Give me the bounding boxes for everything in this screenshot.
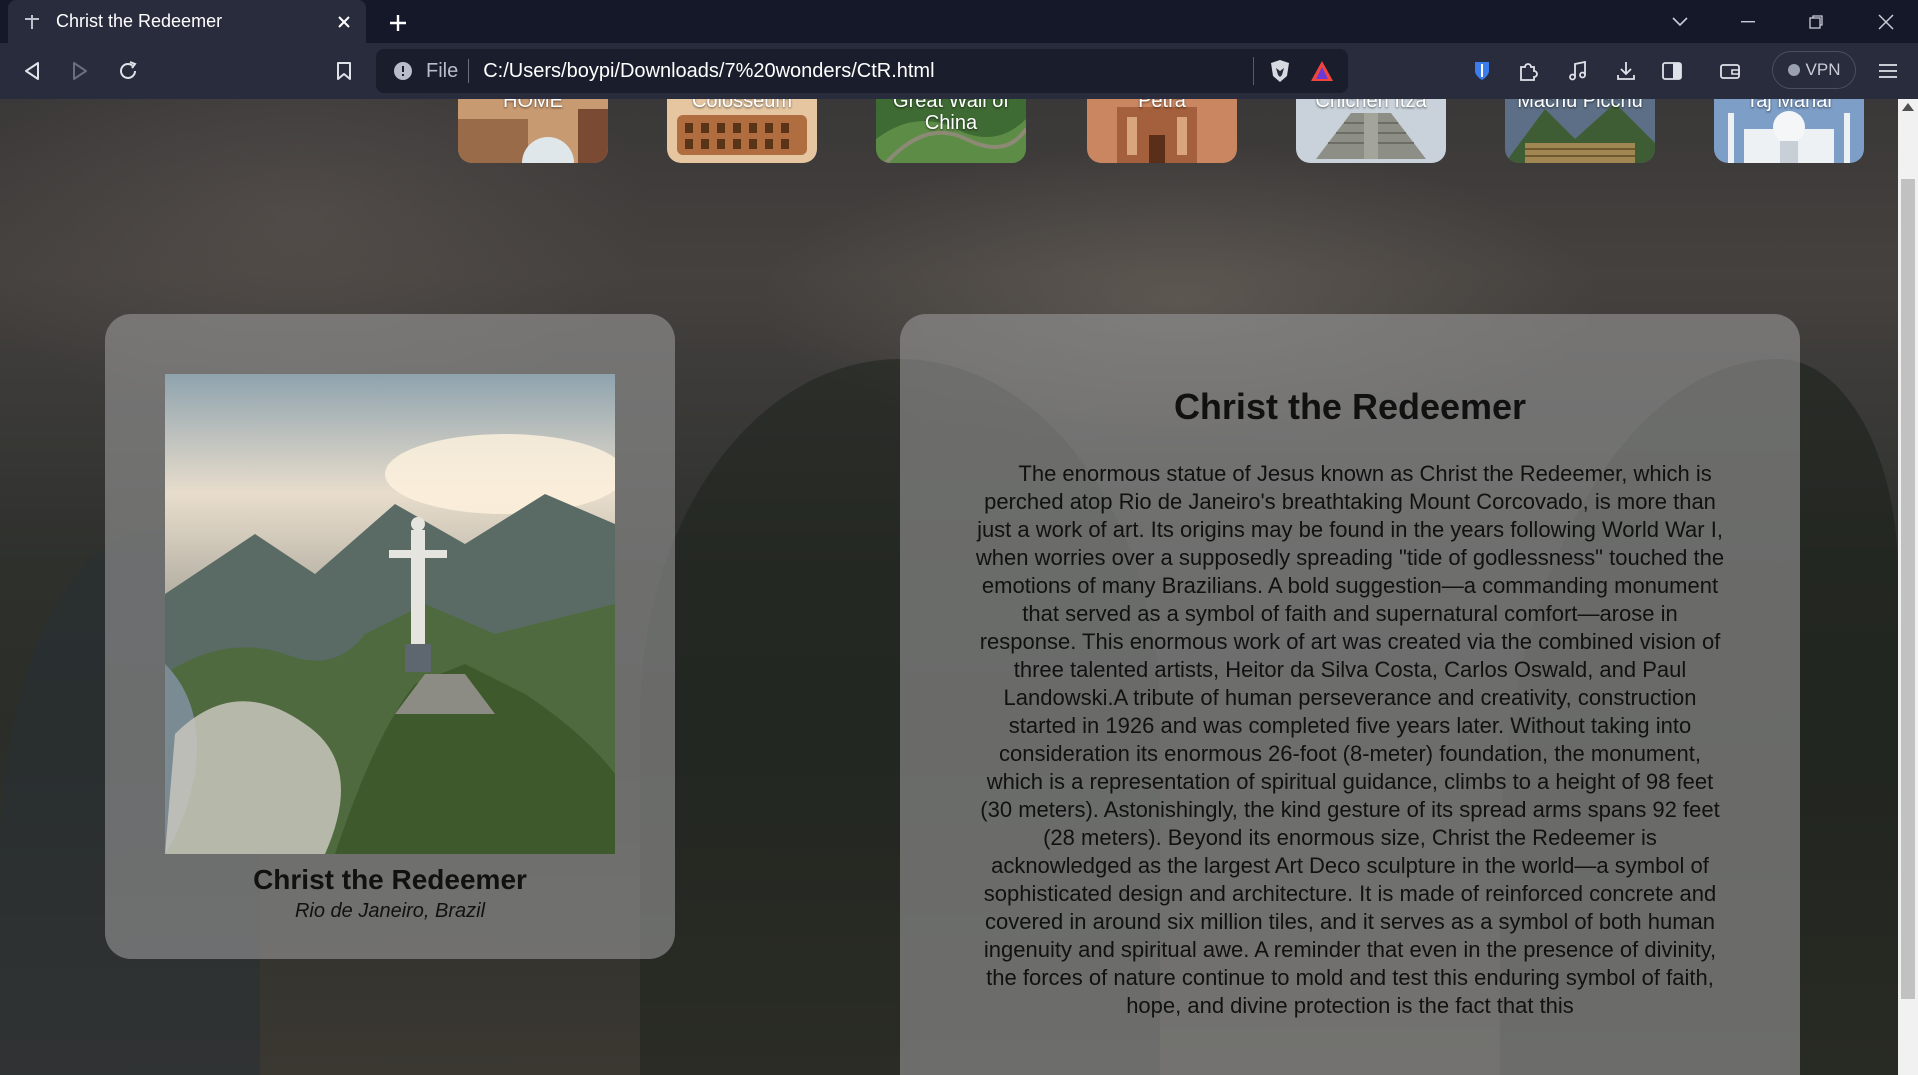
nav-petra[interactable]: Petra (1087, 99, 1237, 163)
nav-taj-mahal[interactable]: Taj Mahal (1714, 99, 1864, 163)
nav-home[interactable]: HOME (458, 99, 608, 163)
sidebar-toggle-icon[interactable] (1656, 55, 1688, 87)
nav-colosseum[interactable]: Colosseum (667, 99, 817, 163)
url-text[interactable]: C:/Users/boypi/Downloads/7%20wonders/CtR… (483, 60, 1253, 83)
url-scheme: File (426, 59, 459, 82)
forward-icon[interactable] (64, 55, 96, 87)
vpn-label: VPN (1805, 60, 1841, 79)
url-divider (468, 59, 470, 83)
reload-icon[interactable] (112, 55, 144, 87)
address-divider (1253, 57, 1254, 85)
statue-card: Christ the Redeemer Rio de Janeiro, Braz… (105, 314, 675, 959)
back-icon[interactable] (16, 55, 48, 87)
tab-strip: Christ the Redeemer (0, 0, 1918, 43)
scroll-up-icon[interactable] (1902, 103, 1914, 111)
article-panel: Christ the Redeemer The enormous statue … (900, 314, 1800, 1075)
media-music-icon[interactable] (1562, 55, 1594, 87)
site-info-icon[interactable] (392, 60, 414, 82)
bitwarden-extension-icon[interactable] (1466, 55, 1498, 87)
extensions-puzzle-icon[interactable] (1512, 55, 1544, 87)
statue-image (165, 374, 615, 854)
close-window-icon[interactable] (1858, 0, 1914, 43)
nav-great-wall[interactable]: Great Wall of China (876, 99, 1026, 163)
new-tab-icon[interactable] (384, 9, 412, 37)
minimize-icon[interactable] (1720, 0, 1776, 43)
brave-shields-icon[interactable] (1264, 55, 1296, 87)
vpn-status-icon (1787, 64, 1800, 76)
nav-machu-picchu[interactable]: Machu Picchu (1505, 99, 1655, 163)
nav-chichen-itza[interactable]: Chichen Itza (1296, 99, 1446, 163)
vpn-button[interactable]: VPN (1772, 51, 1856, 89)
menu-hamburger-icon[interactable] (1872, 55, 1904, 87)
statue-photo (165, 374, 615, 854)
card-location: Rio de Janeiro, Brazil (294, 900, 486, 922)
brave-rewards-icon[interactable] (1306, 55, 1338, 87)
article-title: Christ the Redeemer (1173, 386, 1527, 427)
tab-active[interactable]: Christ the Redeemer (8, 0, 366, 43)
favicon-icon (22, 12, 42, 32)
scrollbar-thumb[interactable] (1901, 179, 1915, 999)
page-scrollbar[interactable] (1898, 99, 1918, 1075)
tab-title: Christ the Redeemer (56, 11, 223, 31)
page-viewport: HOME Colosseum Great Wall of China Petra… (0, 99, 1898, 1075)
card-title: Christ the Redeemer (253, 864, 527, 895)
bookmark-icon[interactable] (328, 55, 360, 87)
downloads-icon[interactable] (1610, 55, 1642, 87)
close-tab-icon[interactable] (330, 8, 358, 36)
browser-toolbar: File C:/Users/boypi/Downloads/7%20wonder… (0, 43, 1918, 99)
article-body: The enormous statue of Jesus known as Ch… (975, 461, 1725, 1018)
tab-search-chevron-icon[interactable] (1652, 0, 1708, 43)
address-bar[interactable]: File C:/Users/boypi/Downloads/7%20wonder… (376, 49, 1348, 93)
wallet-icon[interactable] (1714, 55, 1746, 87)
restore-icon[interactable] (1788, 0, 1844, 43)
